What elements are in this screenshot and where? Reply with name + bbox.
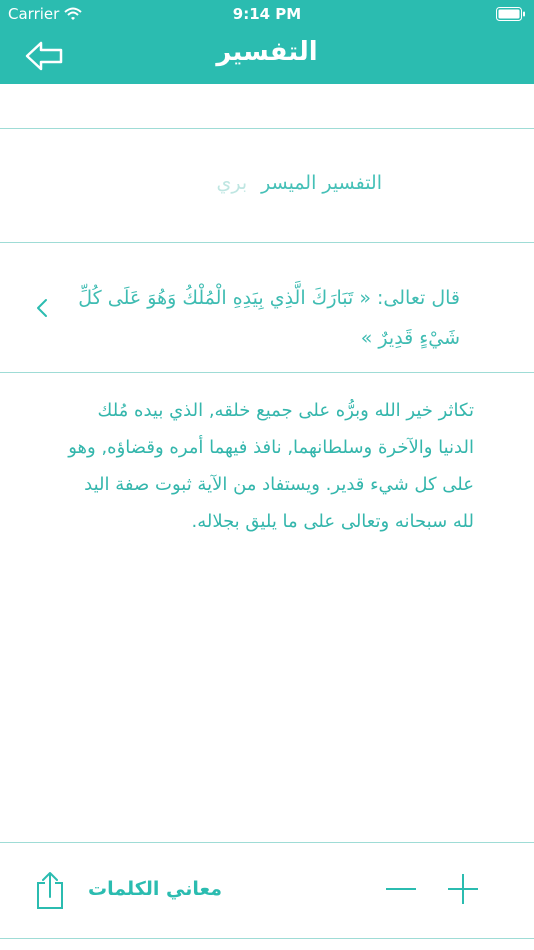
tab-tafsir-faded[interactable]: بري — [217, 172, 248, 194]
verse-block: قال تعالى: « تَبَارَكَ الَّذِي بِيَدِهِ … — [0, 242, 534, 372]
verse-text: قال تعالى: « تَبَارَكَ الَّذِي بِيَدِهِ … — [78, 287, 460, 349]
plus-icon[interactable] — [446, 872, 480, 906]
battery-icon — [496, 6, 526, 25]
divider — [0, 938, 534, 939]
word-meanings-button[interactable]: معاني الكلمات — [88, 878, 222, 900]
bottom-toolbar: معاني الكلمات — [0, 842, 534, 938]
tab-tafsir-muyassar[interactable]: التفسير الميسر — [261, 172, 382, 194]
tafsir-text: تكاثر خير الله وبرُّه على جميع خلقه, الذ… — [68, 400, 474, 532]
page-title: التفسير — [216, 37, 318, 67]
status-time: 9:14 PM — [232, 5, 302, 23]
tafsir-source-tabs[interactable]: التفسير الميسر بري — [0, 128, 534, 242]
nav-bar: التفسير — [0, 28, 534, 84]
minus-icon[interactable] — [384, 872, 418, 906]
divider — [0, 372, 534, 373]
chevron-left-icon[interactable] — [32, 296, 52, 320]
status-bar: Carrier 9:14 PM — [0, 0, 534, 28]
share-icon[interactable] — [34, 870, 66, 910]
